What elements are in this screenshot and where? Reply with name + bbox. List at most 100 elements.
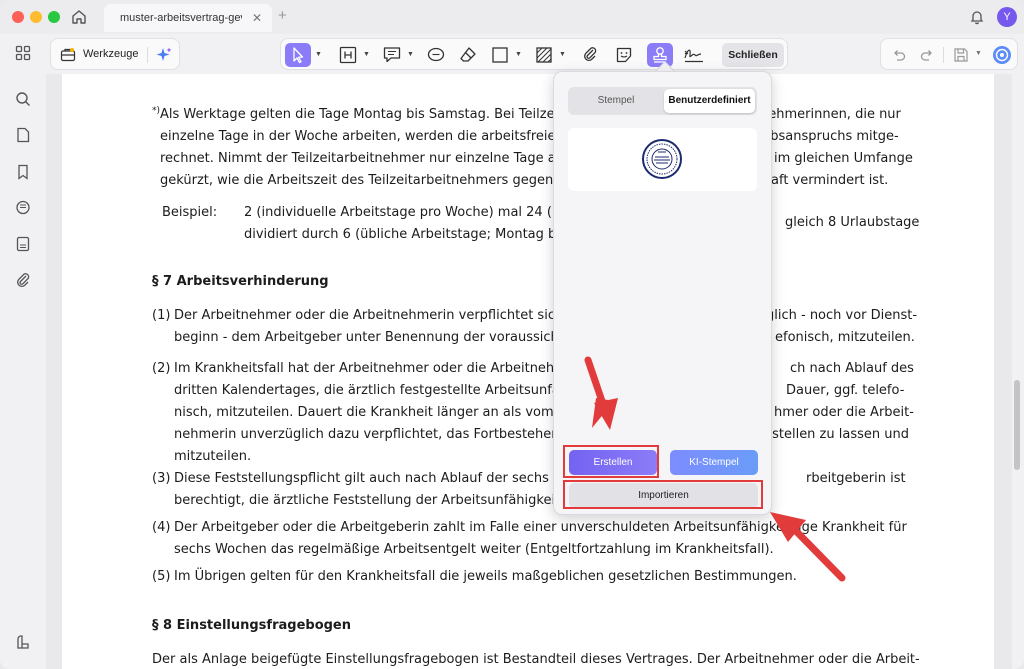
new-tab-icon[interactable]: + (278, 7, 287, 24)
body-text: rechnet. Nimmt der Teilzeitarbeitnehmer … (160, 151, 567, 166)
body-text: dividiert durch 6 (übliche Arbeitstage; … (244, 227, 567, 242)
body-text: Der als Anlage beigefügte Einstellungsfr… (152, 652, 920, 667)
document-viewer[interactable]: *) Als Werktage gelten die Tage Montag b… (46, 74, 1012, 669)
history-group: ▼ (880, 38, 1018, 70)
ai-sparkle-icon[interactable] (155, 46, 173, 64)
scroll-thumb[interactable] (1014, 380, 1020, 470)
chevron-down-icon[interactable]: ▼ (407, 51, 414, 58)
body-text: hmer oder die Arbeit- (774, 405, 914, 420)
section-heading: § 7 Arbeitsverhinderung (152, 274, 329, 289)
chevron-down-icon[interactable]: ▼ (363, 51, 370, 58)
body-text: sechs Wochen das regelmäßige Arbeitsentg… (174, 542, 774, 557)
body-text: Der Arbeitnehmer oder die Arbeitnehmerin… (174, 308, 568, 323)
chevron-down-icon[interactable]: ▼ (975, 50, 982, 57)
sticker-tool-button[interactable] (613, 43, 635, 67)
document-tab[interactable]: muster-arbeitsvertrag-gev ✕ (104, 4, 272, 32)
stamp-segmented-control: Stempel Benutzerdefiniert (568, 87, 757, 115)
body-text: glich - noch vor Dienst- (766, 308, 918, 323)
save-icon[interactable] (951, 45, 971, 65)
tab-stempel[interactable]: Stempel (570, 89, 662, 113)
separator (147, 47, 148, 63)
search-icon[interactable] (14, 90, 32, 108)
body-text: gleich 8 Urlaubstage (785, 215, 920, 230)
list-number: (5) (152, 569, 171, 584)
body-text: nisch, mitzuteilen. Dauert die Krankheit… (174, 405, 567, 420)
form-icon[interactable] (14, 235, 32, 253)
theme-icon[interactable] (14, 634, 32, 652)
attachment-icon[interactable] (14, 271, 32, 289)
list-number: (1) (152, 308, 171, 323)
vertical-scrollbar[interactable] (1014, 80, 1020, 660)
chevron-down-icon[interactable]: ▼ (559, 51, 566, 58)
tab-close-icon[interactable]: ✕ (252, 11, 262, 25)
text-field-tool-button[interactable] (337, 43, 359, 67)
area-tool-button[interactable] (533, 43, 555, 67)
pdf-page: *) Als Werktage gelten die Tage Montag b… (62, 74, 994, 669)
highlight-box (563, 480, 763, 509)
signature-tool-button[interactable] (681, 43, 707, 67)
avatar[interactable]: Y (997, 7, 1017, 27)
attach-tool-button[interactable] (579, 43, 601, 67)
list-number: (3) (152, 471, 171, 486)
note-tool-button[interactable] (381, 43, 403, 67)
body-text: Im Krankheitsfall hat der Arbeitnehmer o… (174, 361, 567, 376)
cursor-icon (293, 47, 304, 64)
comment-tool-button[interactable] (425, 43, 447, 67)
zoom-window-button[interactable] (48, 11, 60, 23)
ai-stamp-button[interactable]: KI-Stempel (670, 450, 758, 475)
body-text: nehmerinnen, die nur (760, 107, 901, 122)
ai-assistant-icon[interactable] (991, 44, 1013, 66)
speech-bubble-icon (427, 47, 445, 62)
annotation-toolbar: ▼ ▼ ▼ ▼ ▼ Schließen (280, 38, 788, 70)
chevron-down-icon[interactable]: ▼ (515, 51, 522, 58)
werkzeuge-group: Werkzeuge (50, 38, 180, 70)
signature-icon (684, 49, 703, 63)
sticker-icon (616, 47, 632, 63)
body-text: tstellen zu lassen und (767, 427, 909, 442)
tab-benutzerdefiniert[interactable]: Benutzerdefiniert (664, 89, 755, 113)
eraser-tool-button[interactable] (457, 43, 479, 67)
werkzeuge-button[interactable]: Werkzeuge (83, 48, 138, 60)
close-window-button[interactable] (12, 11, 24, 23)
body-text: gekürzt, wie die Arbeitszeit des Teilzei… (160, 173, 570, 188)
body-text: ch nach Ablauf des (790, 361, 914, 376)
text-box-icon (339, 46, 357, 64)
body-text: Der Arbeitgeber oder die Arbeitgeberin z… (174, 520, 793, 535)
comment-icon[interactable] (14, 199, 32, 217)
body-text: im gleichen Umfange (774, 151, 913, 166)
eraser-icon (460, 47, 476, 62)
section-heading: § 8 Einstellungsfragebogen (152, 618, 351, 633)
stamp-icon (653, 47, 667, 63)
thumbnails-icon[interactable] (14, 44, 32, 62)
body-text: Als Werktage gelten die Tage Montag bis … (160, 107, 564, 122)
title-bar: muster-arbeitsvertrag-gev ✕ + Y (0, 0, 1024, 34)
toolbox-icon[interactable] (60, 47, 76, 63)
body-text: nehmerin unverzüglich dazu verpflichtet,… (174, 427, 572, 442)
body-text: ubsanspruchs mitge- (762, 129, 899, 144)
shape-tool-button[interactable] (489, 43, 511, 67)
home-icon[interactable] (70, 8, 88, 26)
tab-title: muster-arbeitsvertrag-gev (120, 12, 242, 24)
round-stamp-image (642, 139, 682, 179)
body-text: olge Krankheit für (790, 520, 907, 535)
select-tool-button[interactable] (285, 43, 311, 67)
app-window: muster-arbeitsvertrag-gev ✕ + Y Werkzeug… (0, 0, 1024, 669)
chevron-down-icon[interactable]: ▼ (315, 51, 322, 58)
page-icon[interactable] (14, 126, 32, 144)
bell-icon[interactable] (968, 8, 986, 26)
minimize-window-button[interactable] (30, 11, 42, 23)
rectangle-icon (492, 47, 508, 63)
bookmark-icon[interactable] (14, 163, 32, 181)
example-label: Beispiel: (162, 205, 218, 220)
body-text: Diese Feststellungspflicht gilt auch nac… (174, 471, 566, 486)
redo-icon[interactable] (917, 45, 937, 65)
custom-stamp-item[interactable] (568, 128, 757, 191)
list-number: (4) (152, 520, 171, 535)
stamp-tool-button[interactable] (647, 43, 673, 67)
body-text: einzelne Tage in der Woche arbeiten, wer… (160, 129, 564, 144)
body-text: mitzuteilen. (174, 449, 252, 464)
body-text: aft vermindert ist. (771, 173, 889, 188)
undo-icon[interactable] (889, 45, 909, 65)
toolbar-row: Werkzeuge ▼ ▼ ▼ ▼ ▼ Schließen ▼ (46, 34, 1024, 74)
close-toolbar-button[interactable]: Schließen (722, 43, 784, 67)
